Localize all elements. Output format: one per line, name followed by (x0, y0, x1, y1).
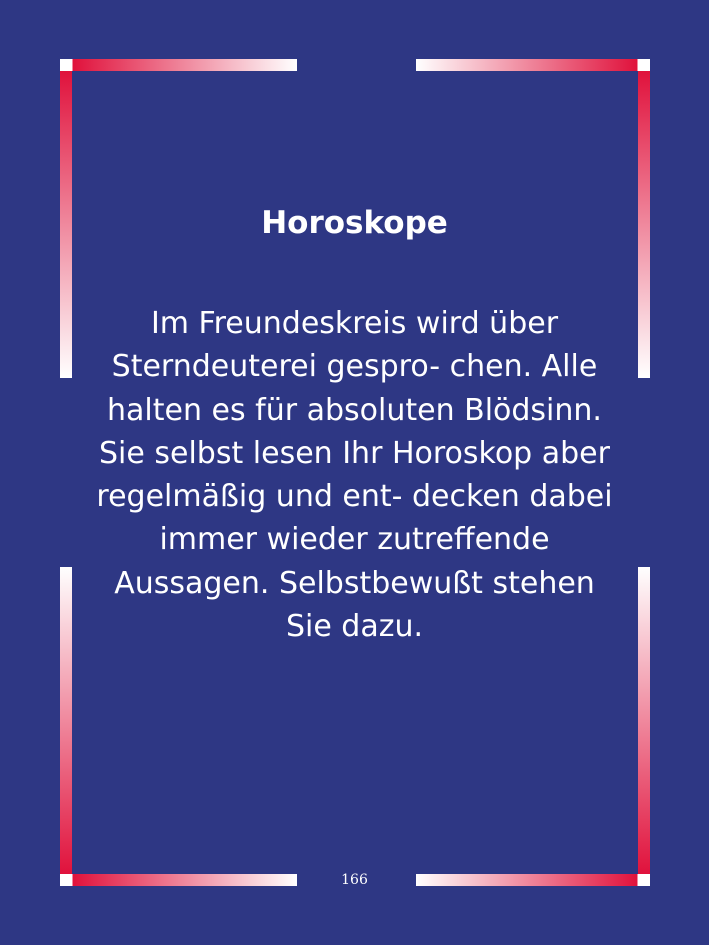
card-title: Horoskope (261, 205, 448, 241)
card-body-text: Im Freundeskreis wird über Sterndeuterei… (96, 306, 613, 645)
frame-bottom-left-vertical (60, 567, 72, 874)
page-number: 166 (341, 872, 368, 888)
frame-top-left-horizontal (60, 59, 297, 71)
frame-bottom-right-vertical (638, 567, 650, 874)
frame-top-right-horizontal (416, 59, 650, 71)
